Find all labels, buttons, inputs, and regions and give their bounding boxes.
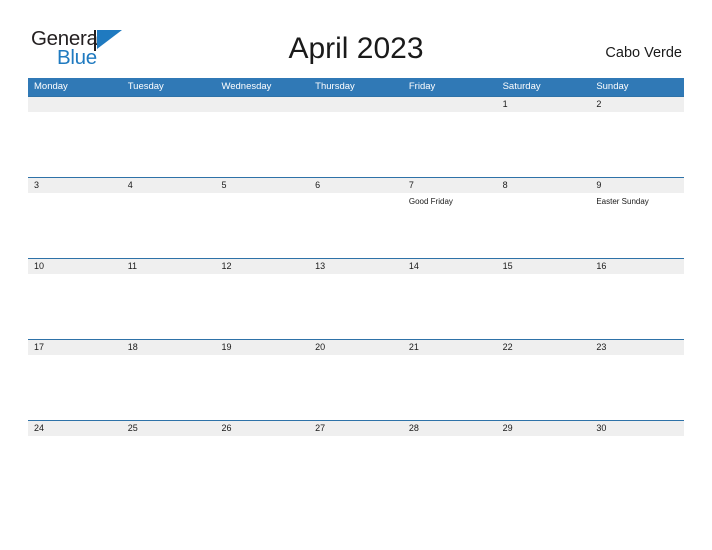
calendar-week-row: 24 25 26 27 28 29 30	[28, 420, 684, 501]
day-number[interactable]: 3	[28, 178, 122, 193]
day-cell[interactable]	[122, 436, 216, 500]
locale-label: Cabo Verde	[605, 45, 682, 61]
day-cell[interactable]	[215, 193, 309, 257]
week-event-body	[28, 112, 684, 176]
day-number[interactable]	[122, 97, 216, 112]
weekday-header-friday: Friday	[408, 81, 436, 92]
day-number[interactable]	[215, 97, 309, 112]
weekday-header-row: Monday Tuesday Wednesday Thursday Friday…	[28, 78, 684, 96]
day-number[interactable]: 24	[28, 421, 122, 436]
week-daynumber-band: 1 2	[28, 96, 684, 112]
day-cell[interactable]	[403, 112, 497, 176]
week-daynumber-band: 3 4 5 6 7 8 9	[28, 177, 684, 193]
day-number[interactable]	[403, 97, 497, 112]
weekday-header-thursday: Thursday	[315, 81, 355, 92]
day-number[interactable]: 19	[215, 340, 309, 355]
day-number[interactable]: 22	[497, 340, 591, 355]
day-cell[interactable]	[122, 355, 216, 419]
week-daynumber-band: 10 11 12 13 14 15 16	[28, 258, 684, 274]
week-event-body	[28, 274, 684, 338]
day-number[interactable]: 9	[590, 178, 684, 193]
day-number[interactable]: 13	[309, 259, 403, 274]
day-number[interactable]: 4	[122, 178, 216, 193]
day-cell[interactable]	[590, 436, 684, 500]
day-number[interactable]: 17	[28, 340, 122, 355]
week-event-body: Good Friday Easter Sunday	[28, 193, 684, 257]
day-cell[interactable]	[28, 355, 122, 419]
day-number[interactable]	[28, 97, 122, 112]
week-daynumber-band: 17 18 19 20 21 22 23	[28, 339, 684, 355]
day-cell[interactable]	[215, 436, 309, 500]
page-header: General Blue April 2023 Cabo Verde	[0, 0, 712, 76]
day-event-label: Good Friday	[408, 197, 453, 206]
day-cell[interactable]	[309, 436, 403, 500]
calendar-week-row: 1 2	[28, 96, 684, 177]
weekday-header-monday: Monday	[34, 81, 68, 92]
day-number[interactable]: 7	[403, 178, 497, 193]
day-cell[interactable]	[28, 112, 122, 176]
day-number[interactable]: 16	[590, 259, 684, 274]
day-cell[interactable]	[497, 355, 591, 419]
week-daynumber-band: 24 25 26 27 28 29 30	[28, 420, 684, 436]
day-cell[interactable]	[497, 193, 591, 257]
day-cell[interactable]	[590, 355, 684, 419]
day-number[interactable]: 27	[309, 421, 403, 436]
day-number[interactable]: 14	[403, 259, 497, 274]
day-number[interactable]: 12	[215, 259, 309, 274]
day-number[interactable]: 15	[497, 259, 591, 274]
day-cell[interactable]	[309, 355, 403, 419]
day-cell[interactable]	[403, 274, 497, 338]
day-cell[interactable]	[122, 274, 216, 338]
day-cell[interactable]	[590, 274, 684, 338]
day-cell[interactable]	[309, 112, 403, 176]
day-cell[interactable]	[28, 193, 122, 257]
day-number[interactable]	[309, 97, 403, 112]
day-number[interactable]: 29	[497, 421, 591, 436]
day-number[interactable]: 2	[590, 97, 684, 112]
day-cell[interactable]	[215, 112, 309, 176]
day-cell[interactable]	[590, 112, 684, 176]
day-cell[interactable]	[309, 274, 403, 338]
day-cell[interactable]: Good Friday	[403, 193, 497, 257]
day-number[interactable]: 30	[590, 421, 684, 436]
day-cell[interactable]	[497, 112, 591, 176]
weekday-header-sunday: Sunday	[596, 81, 629, 92]
day-number[interactable]: 20	[309, 340, 403, 355]
day-cell[interactable]	[403, 355, 497, 419]
day-cell[interactable]	[309, 193, 403, 257]
week-event-body	[28, 355, 684, 419]
day-number[interactable]: 23	[590, 340, 684, 355]
day-cell[interactable]	[122, 112, 216, 176]
day-number[interactable]: 10	[28, 259, 122, 274]
day-number[interactable]: 28	[403, 421, 497, 436]
weekday-header-tuesday: Tuesday	[127, 81, 164, 92]
weekday-header-wednesday: Wednesday	[221, 81, 272, 92]
calendar-grid: Monday Tuesday Wednesday Thursday Friday…	[28, 78, 684, 501]
day-number[interactable]: 11	[122, 259, 216, 274]
week-event-body	[28, 436, 684, 500]
day-cell[interactable]	[215, 274, 309, 338]
day-cell[interactable]	[122, 193, 216, 257]
calendar-week-row: 17 18 19 20 21 22 23	[28, 339, 684, 420]
day-cell[interactable]: Easter Sunday	[590, 193, 684, 257]
day-cell[interactable]	[215, 355, 309, 419]
day-number[interactable]: 18	[122, 340, 216, 355]
weekday-header-saturday: Saturday	[502, 81, 541, 92]
day-number[interactable]: 5	[215, 178, 309, 193]
day-number[interactable]: 21	[403, 340, 497, 355]
day-number[interactable]: 1	[497, 97, 591, 112]
day-cell[interactable]	[403, 436, 497, 500]
day-cell[interactable]	[28, 274, 122, 338]
day-cell[interactable]	[28, 436, 122, 500]
day-number[interactable]: 8	[497, 178, 591, 193]
calendar-week-row: 10 11 12 13 14 15 16	[28, 258, 684, 339]
day-cell[interactable]	[497, 274, 591, 338]
calendar-week-row: 3 4 5 6 7 8 9 Good Friday Easter Sunday	[28, 177, 684, 258]
day-event-label: Easter Sunday	[596, 197, 649, 206]
day-number[interactable]: 25	[122, 421, 216, 436]
day-number[interactable]: 26	[215, 421, 309, 436]
day-cell[interactable]	[497, 436, 591, 500]
day-number[interactable]: 6	[309, 178, 403, 193]
